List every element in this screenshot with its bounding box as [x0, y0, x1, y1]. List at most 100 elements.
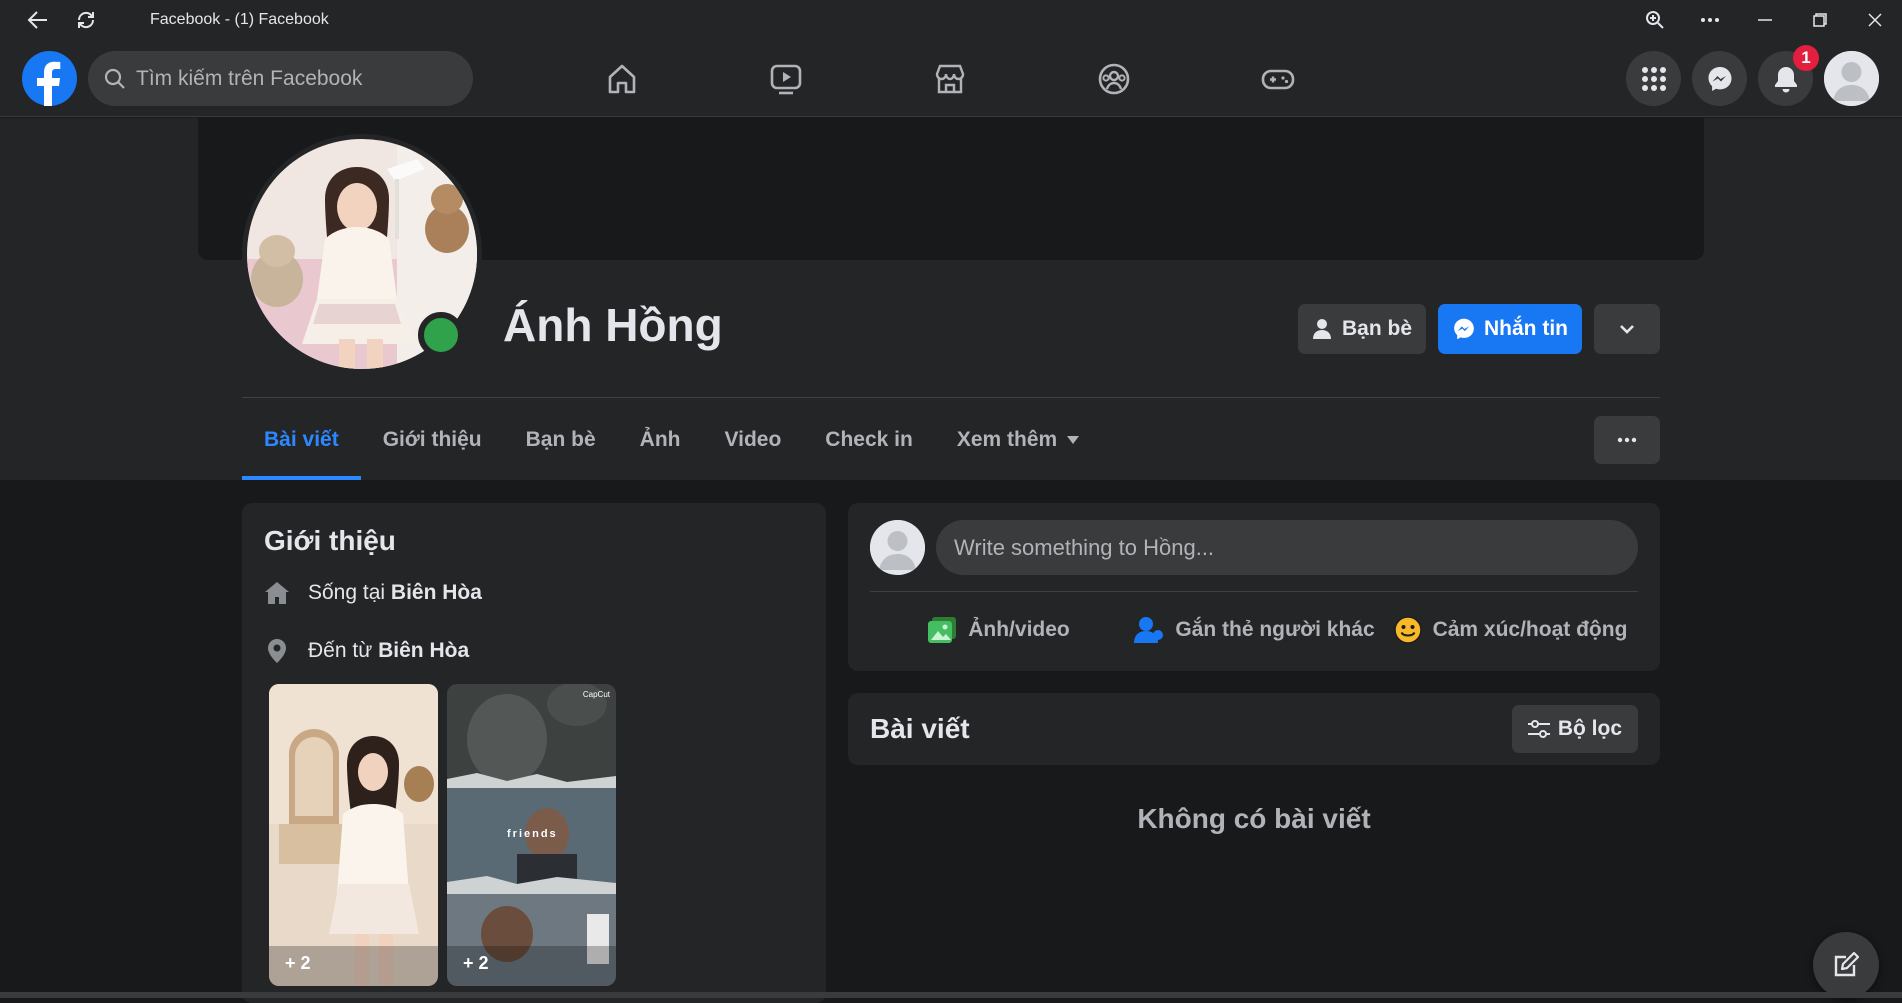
default-avatar-icon	[870, 520, 925, 575]
back-button[interactable]	[18, 0, 58, 40]
story-count: + 2	[463, 953, 489, 973]
zoom-button[interactable]	[1627, 0, 1682, 40]
facebook-f-icon	[37, 61, 61, 106]
filter-label: Bộ lọc	[1557, 717, 1622, 740]
from-prefix: Đến từ	[308, 639, 373, 662]
menu-grid-icon	[1641, 66, 1666, 91]
composer-input[interactable]: Write something to Hồng...	[936, 520, 1638, 575]
bell-icon	[1774, 66, 1797, 92]
new-message-button[interactable]	[1813, 932, 1879, 998]
location-pin-icon	[268, 639, 286, 663]
profile-name: Ánh Hồng	[503, 299, 723, 351]
refresh-button[interactable]	[66, 0, 106, 40]
nav-tab-groups[interactable]	[1032, 40, 1196, 117]
friends-button-label: Bạn bè	[1341, 317, 1412, 340]
more-dots-icon	[1617, 437, 1637, 443]
feeling-activity-button[interactable]: Cảm xúc/hoạt động	[1382, 599, 1638, 661]
capcut-watermark: CapCut	[582, 690, 610, 699]
house-icon	[265, 582, 289, 604]
zoom-in-icon	[1645, 11, 1664, 29]
tab-friends[interactable]: Bạn bè	[504, 399, 618, 480]
friends-button[interactable]: Bạn bè	[1298, 304, 1426, 354]
filter-sliders-icon	[1527, 720, 1550, 738]
posts-title: Bài viết	[870, 713, 970, 744]
search-bar[interactable]	[88, 51, 473, 106]
default-avatar-icon	[1824, 51, 1879, 106]
watch-icon	[770, 64, 802, 94]
compose-icon	[1834, 951, 1860, 977]
messenger-button[interactable]	[1692, 51, 1747, 106]
friend-check-icon	[1312, 319, 1331, 339]
chevron-down-icon	[1620, 325, 1634, 334]
header-divider	[242, 397, 1660, 398]
window-titlebar: Facebook - (1) Facebook	[0, 0, 1902, 40]
tag-people-button[interactable]: Gắn thẻ người khác	[1126, 599, 1382, 661]
filter-button[interactable]: Bộ lọc	[1511, 705, 1638, 753]
restore-button[interactable]	[1792, 0, 1847, 40]
close-icon	[1867, 13, 1882, 27]
nav-tab-gaming[interactable]	[1196, 40, 1360, 117]
messenger-icon	[1454, 318, 1474, 340]
intro-title: Giới thiệu	[264, 525, 396, 556]
intro-from: Đến từ Biên Hòa	[264, 638, 469, 664]
search-input[interactable]	[136, 66, 436, 91]
from-place[interactable]: Biên Hòa	[378, 639, 469, 662]
post-composer: Write something to Hồng... Ảnh/video Gắn…	[848, 503, 1660, 671]
lives-prefix: Sống tại	[308, 581, 386, 604]
tab-photos[interactable]: Ảnh	[618, 399, 703, 480]
photo-video-label: Ảnh/video	[968, 618, 1070, 641]
nav-tab-watch[interactable]	[704, 40, 868, 117]
intro-card: Giới thiệu Sống tại Biên Hòa Đến từ Biên…	[242, 503, 826, 1003]
feeling-icon	[1393, 616, 1422, 644]
tabs-more-button[interactable]	[1594, 416, 1660, 464]
account-avatar[interactable]	[1824, 51, 1879, 106]
intro-lives-in: Sống tại Biên Hòa	[264, 580, 482, 606]
tab-label: Check in	[825, 427, 913, 451]
tab-label: Ảnh	[639, 427, 681, 451]
window-title: Facebook - (1) Facebook	[150, 11, 329, 28]
lives-place[interactable]: Biên Hòa	[391, 581, 482, 604]
profile-tabs: Bài viết Giới thiệu Bạn bè Ảnh Video Che…	[242, 399, 1101, 480]
message-button-label: Nhắn tin	[1484, 317, 1568, 340]
more-dots-icon	[1700, 18, 1719, 22]
message-button[interactable]: Nhắn tin	[1438, 304, 1582, 354]
tab-posts[interactable]: Bài viết	[242, 399, 361, 480]
nav-tab-home[interactable]	[540, 40, 704, 117]
minimize-button[interactable]	[1737, 0, 1792, 40]
tab-see-more[interactable]: Xem thêm	[935, 399, 1101, 480]
story-overlay-text: friends	[507, 828, 558, 840]
intro-from-text: Đến từ Biên Hòa	[308, 639, 469, 663]
profile-options-dropdown[interactable]	[1594, 304, 1660, 354]
restore-icon	[1812, 13, 1827, 27]
photo-video-icon	[928, 617, 957, 643]
notifications-button[interactable]: 1	[1758, 45, 1819, 106]
tab-label: Bạn bè	[525, 427, 596, 451]
menu-button[interactable]	[1626, 51, 1681, 106]
home-icon	[608, 64, 636, 93]
top-navigation: 1	[0, 40, 1902, 117]
close-button[interactable]	[1847, 0, 1902, 40]
feeling-label: Cảm xúc/hoạt động	[1432, 618, 1628, 641]
story-thumbnail[interactable]: friends CapCut + 2	[447, 684, 616, 986]
messenger-icon	[1708, 66, 1731, 91]
facebook-logo[interactable]	[22, 51, 77, 106]
nav-tab-marketplace[interactable]	[868, 40, 1032, 117]
online-status-indicator	[418, 312, 464, 358]
tab-label: Giới thiệu	[382, 427, 482, 451]
tab-label: Bài viết	[264, 427, 339, 451]
profile-header: Ánh Hồng Bạn bè Nhắn tin Bài viết Giới t…	[0, 118, 1902, 480]
story-photo-image	[269, 684, 438, 986]
tab-about[interactable]: Giới thiệu	[361, 399, 504, 480]
tab-label: Video	[724, 427, 782, 451]
story-thumbnail[interactable]: + 2	[269, 684, 438, 986]
groups-icon	[1098, 63, 1130, 94]
tab-check-ins[interactable]: Check in	[803, 399, 935, 480]
bottom-scroll-edge	[0, 992, 1902, 998]
tab-videos[interactable]: Video	[702, 399, 803, 480]
tag-people-icon	[1134, 617, 1164, 643]
more-options-button[interactable]	[1682, 0, 1737, 40]
intro-lives-in-text: Sống tại Biên Hòa	[308, 581, 482, 605]
composer-avatar[interactable]	[870, 520, 925, 575]
marketplace-icon	[935, 64, 965, 93]
photo-video-button[interactable]: Ảnh/video	[870, 599, 1126, 661]
